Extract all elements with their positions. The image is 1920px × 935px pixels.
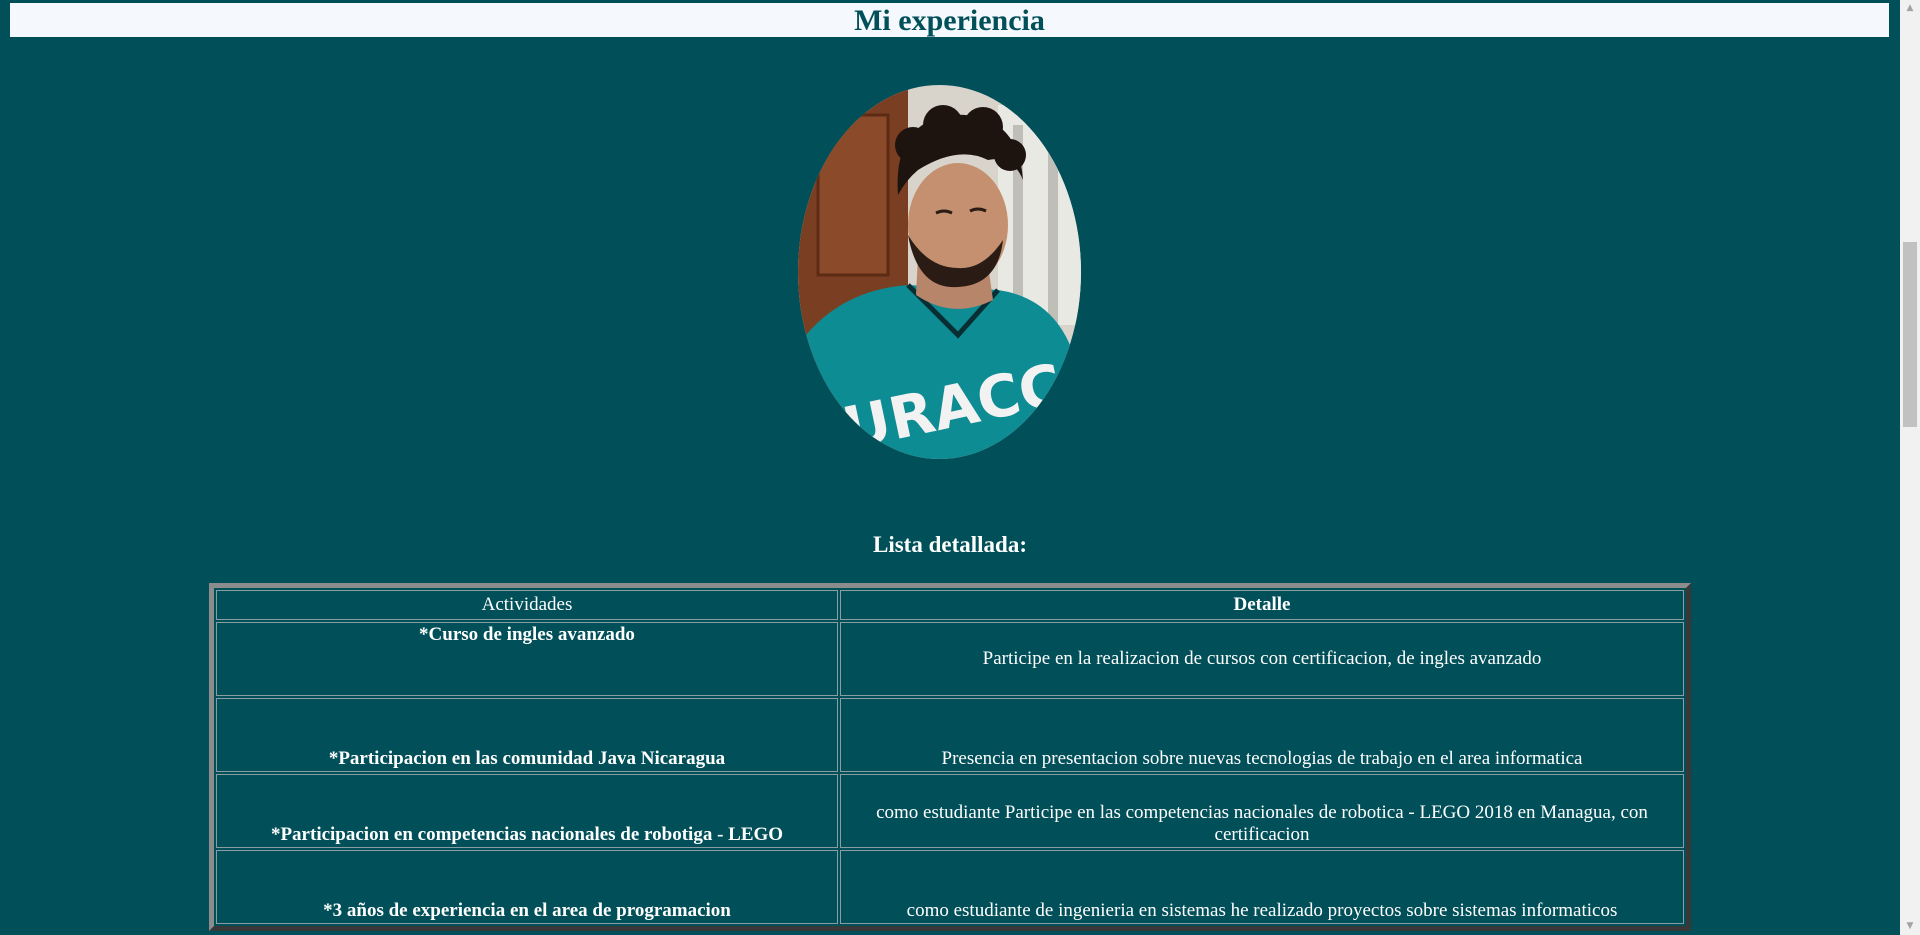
detail-cell: Presencia en presentacion sobre nuevas t… — [840, 698, 1684, 772]
page: Mi experiencia URACCA Lista detallada: A… — [0, 0, 1900, 935]
table-row: *Curso de ingles avanzado Participe en l… — [216, 622, 1684, 696]
profile-photo: URACCA — [798, 85, 1081, 459]
activity-cell: *3 años de experiencia en el area de pro… — [216, 850, 838, 924]
person-photo-icon: URACCA — [798, 85, 1081, 459]
column-header-activities: Actividades — [216, 590, 838, 620]
scrollbar-thumb[interactable] — [1903, 242, 1917, 427]
activity-cell: *Participacion en las comunidad Java Nic… — [216, 698, 838, 772]
title-bar: Mi experiencia — [10, 3, 1889, 37]
detail-cell: como estudiante de ingenieria en sistema… — [840, 850, 1684, 924]
scroll-up-arrow-icon[interactable]: ▲ — [1900, 0, 1920, 17]
page-title: Mi experiencia — [854, 4, 1045, 37]
vertical-scrollbar[interactable]: ▲ ▼ — [1900, 0, 1920, 935]
activity-cell: *Curso de ingles avanzado — [216, 622, 838, 696]
table-header-row: Actividades Detalle — [216, 590, 1684, 620]
experience-table: Actividades Detalle *Curso de ingles ava… — [209, 583, 1691, 931]
detail-cell: Participe en la realizacion de cursos co… — [840, 622, 1684, 696]
table-row: *3 años de experiencia en el area de pro… — [216, 850, 1684, 924]
column-header-detail: Detalle — [840, 590, 1684, 620]
section-heading: Lista detallada: — [873, 532, 1027, 557]
table-row: *Participacion en las comunidad Java Nic… — [216, 698, 1684, 772]
table-row: *Participacion en competencias nacionale… — [216, 774, 1684, 848]
activity-cell: *Participacion en competencias nacionale… — [216, 774, 838, 848]
scroll-down-arrow-icon[interactable]: ▼ — [1900, 918, 1920, 935]
detail-cell: como estudiante Participe en las compete… — [840, 774, 1684, 848]
